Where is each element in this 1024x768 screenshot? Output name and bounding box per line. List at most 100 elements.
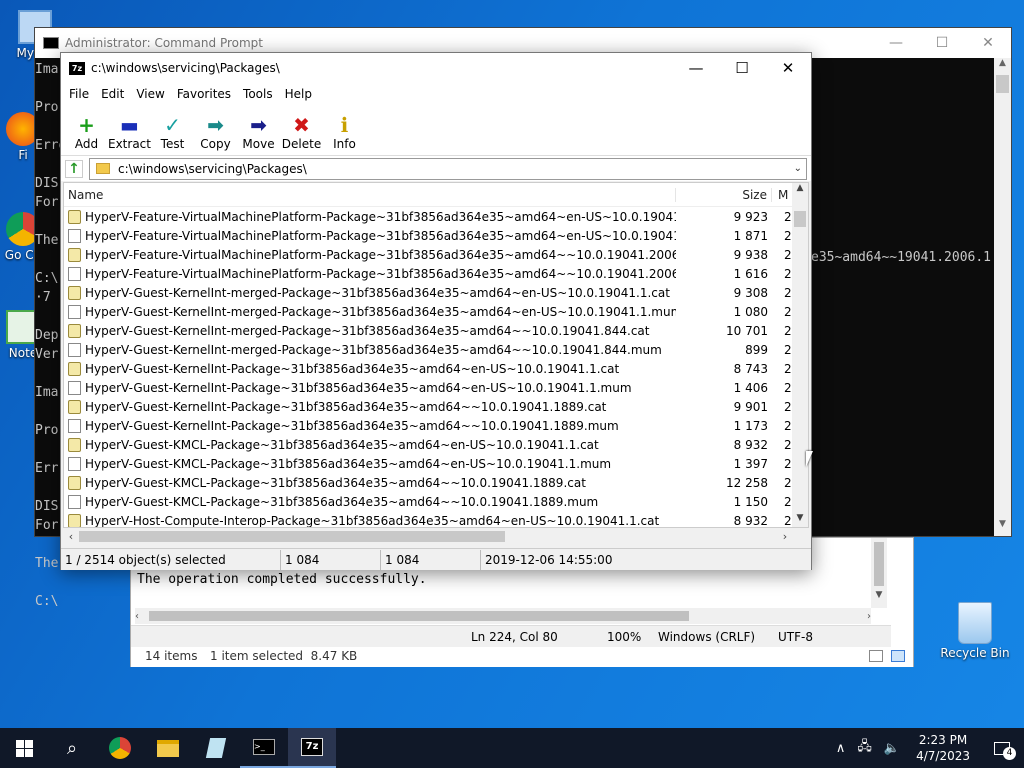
copy-button[interactable]: ➡ Copy — [194, 113, 237, 151]
file-name: HyperV-Guest-KernelInt-merged-Package~31… — [85, 304, 676, 319]
file-list-hscrollbar[interactable]: ‹ › — [63, 528, 793, 545]
notepad-vscrollbar[interactable]: ▼ — [871, 538, 887, 608]
file-row[interactable]: HyperV-Feature-VirtualMachinePlatform-Pa… — [64, 226, 808, 245]
minimize-button[interactable]: — — [673, 53, 719, 83]
file-row[interactable]: HyperV-Guest-KMCL-Package~31bf3856ad364e… — [64, 473, 808, 492]
file-row[interactable]: HyperV-Guest-KMCL-Package~31bf3856ad364e… — [64, 454, 808, 473]
file-row[interactable]: HyperV-Host-Compute-Interop-Package~31bf… — [64, 511, 808, 527]
7zip-titlebar[interactable]: 7z c:\windows\servicing\Packages\ — ☐ ✕ — [61, 53, 811, 83]
status-modified: 2019-12-06 14:55:00 — [485, 552, 613, 567]
start-button[interactable] — [0, 728, 48, 768]
extract-button[interactable]: ▬ Extract — [108, 113, 151, 151]
7zip-window[interactable]: 7z c:\windows\servicing\Packages\ — ☐ ✕ … — [60, 52, 812, 570]
file-row[interactable]: HyperV-Guest-KernelInt-merged-Package~31… — [64, 321, 808, 340]
scroll-right-icon[interactable]: › — [777, 530, 793, 543]
scroll-down-icon[interactable]: ▼ — [994, 519, 1011, 536]
file-size-cell: 9 901 — [733, 399, 768, 414]
taskbar-chrome[interactable] — [96, 728, 144, 768]
file-icon — [68, 456, 81, 471]
search-button[interactable]: ⌕ — [48, 728, 96, 768]
minimize-button[interactable]: — — [873, 28, 919, 58]
menu-help[interactable]: Help — [279, 87, 318, 101]
menu-edit[interactable]: Edit — [95, 87, 130, 101]
taskbar-7zip[interactable]: 7z — [288, 728, 336, 768]
scroll-down-icon[interactable]: ▼ — [871, 590, 887, 600]
chevron-down-icon[interactable]: ⌄ — [794, 163, 802, 174]
delete-icon: ✖ — [293, 113, 310, 137]
test-icon: ✓ — [164, 113, 181, 137]
file-row[interactable]: HyperV-Guest-KernelInt-merged-Package~31… — [64, 302, 808, 321]
file-row[interactable]: HyperV-Feature-VirtualMachinePlatform-Pa… — [64, 207, 808, 226]
file-row[interactable]: HyperV-Feature-VirtualMachinePlatform-Pa… — [64, 245, 808, 264]
maximize-button[interactable]: ☐ — [919, 28, 965, 58]
scroll-thumb[interactable] — [79, 531, 505, 542]
cmd-app-icon — [43, 37, 59, 49]
add-button[interactable]: + Add — [65, 113, 108, 151]
desktop-icon-label: Fi — [18, 148, 28, 162]
file-row[interactable]: HyperV-Guest-KernelInt-Package~31bf3856a… — [64, 378, 808, 397]
column-header-name[interactable]: Name — [64, 187, 676, 202]
scroll-up-icon[interactable]: ▲ — [792, 183, 808, 199]
file-row[interactable]: HyperV-Guest-KMCL-Package~31bf3856ad364e… — [64, 492, 808, 511]
file-row[interactable]: HyperV-Feature-VirtualMachinePlatform-Pa… — [64, 264, 808, 283]
file-name: HyperV-Guest-KernelInt-Package~31bf3856a… — [85, 361, 620, 376]
test-button[interactable]: ✓ Test — [151, 113, 194, 151]
file-list[interactable]: Name Size M HyperV-Feature-VirtualMachin… — [63, 182, 809, 528]
scroll-down-icon[interactable]: ▼ — [792, 513, 808, 527]
file-list-vscrollbar[interactable]: ▲ ▼ — [792, 183, 808, 527]
column-header-size[interactable]: Size — [676, 187, 772, 202]
file-size-cell: 1 871 — [733, 228, 768, 243]
file-row[interactable]: HyperV-Guest-KernelInt-Package~31bf3856a… — [64, 359, 808, 378]
address-input[interactable]: c:\windows\servicing\Packages\ ⌄ — [89, 157, 807, 180]
taskbar-cmd[interactable]: >_ — [240, 728, 288, 768]
scroll-left-icon[interactable]: ‹ — [63, 530, 79, 543]
column-header-modified[interactable]: M — [772, 188, 794, 202]
file-name-cell: HyperV-Guest-KernelInt-merged-Package~31… — [64, 342, 676, 357]
details-view-icon[interactable] — [869, 650, 883, 662]
menu-file[interactable]: File — [63, 87, 95, 101]
move-button[interactable]: ➡ Move — [237, 113, 280, 151]
scroll-right-icon[interactable]: › — [867, 611, 871, 622]
notepad-hscrollbar[interactable]: ‹ › — [135, 608, 871, 624]
file-row[interactable]: HyperV-Guest-KernelInt-merged-Package~31… — [64, 283, 808, 302]
menu-view[interactable]: View — [130, 87, 170, 101]
taskbar-file-explorer[interactable] — [144, 728, 192, 768]
volume-icon[interactable]: 🔈 — [878, 741, 906, 756]
delete-button[interactable]: ✖ Delete — [280, 113, 323, 151]
add-icon: + — [78, 113, 95, 137]
taskbar-notepad[interactable] — [192, 728, 240, 768]
toolbar-button-label: Test — [160, 137, 185, 151]
close-button[interactable]: ✕ — [765, 53, 811, 83]
file-row[interactable]: HyperV-Guest-KernelInt-Package~31bf3856a… — [64, 416, 808, 435]
scroll-thumb[interactable] — [149, 611, 689, 621]
scroll-thumb[interactable] — [996, 75, 1009, 93]
network-icon[interactable]: 🖧 — [851, 737, 878, 759]
chevron-up-icon[interactable]: ∧ — [830, 741, 852, 756]
notification-center-button[interactable]: 4 — [980, 728, 1024, 768]
cmd-app-icon: >_ — [253, 739, 275, 755]
file-name-cell: HyperV-Guest-KMCL-Package~31bf3856ad364e… — [64, 437, 676, 452]
cmd-scrollbar[interactable]: ▲ ▼ — [994, 58, 1011, 536]
info-button[interactable]: ℹ Info — [323, 113, 366, 151]
status-encoding: UTF-8 — [778, 630, 813, 644]
file-name-cell: HyperV-Guest-KernelInt-merged-Package~31… — [64, 304, 676, 319]
taskbar: ⌕ >_ 7z ∧ 🖧 🔈 2:23 PM 4/7/2023 4 — [0, 728, 1024, 768]
menu-tools[interactable]: Tools — [237, 87, 279, 101]
close-button[interactable]: ✕ — [965, 28, 1011, 58]
up-folder-icon[interactable]: ↑ — [65, 159, 83, 178]
clock[interactable]: 2:23 PM 4/7/2023 — [906, 732, 980, 764]
maximize-button[interactable]: ☐ — [719, 53, 765, 83]
scroll-up-icon[interactable]: ▲ — [994, 58, 1011, 75]
tiles-view-icon[interactable] — [891, 650, 905, 662]
scroll-thumb[interactable] — [794, 211, 806, 227]
scroll-left-icon[interactable]: ‹ — [135, 611, 149, 622]
file-row[interactable]: HyperV-Guest-KernelInt-Package~31bf3856a… — [64, 397, 808, 416]
notepad-text-area[interactable]: The operation completed successfully. — [137, 572, 875, 602]
menu-favorites[interactable]: Favorites — [171, 87, 237, 101]
scroll-thumb[interactable] — [874, 542, 884, 586]
move-icon: ➡ — [250, 113, 267, 137]
file-row[interactable]: HyperV-Guest-KernelInt-merged-Package~31… — [64, 340, 808, 359]
toolbar-button-label: Add — [74, 137, 99, 151]
file-name: HyperV-Guest-KMCL-Package~31bf3856ad364e… — [85, 456, 612, 471]
file-row[interactable]: HyperV-Guest-KMCL-Package~31bf3856ad364e… — [64, 435, 808, 454]
